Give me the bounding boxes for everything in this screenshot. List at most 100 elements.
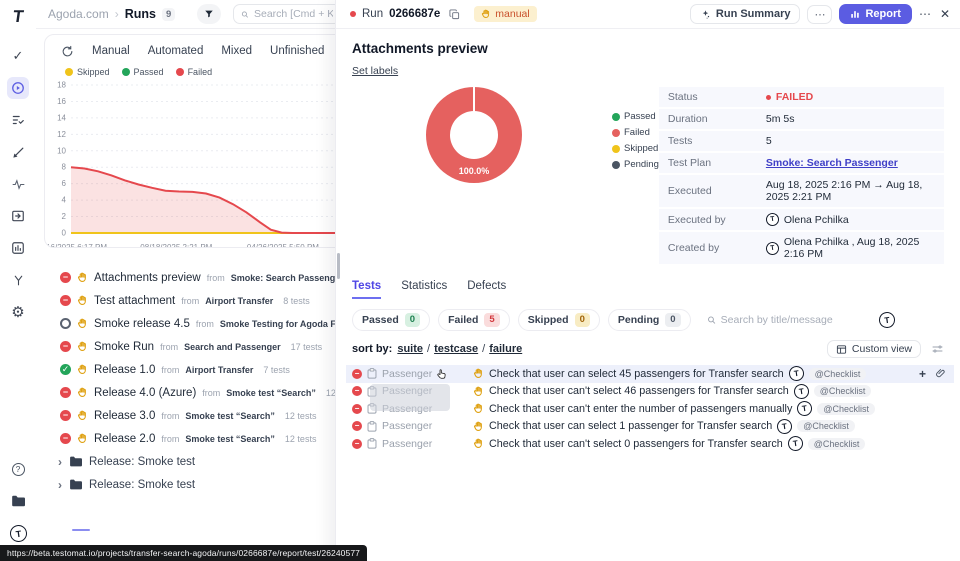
hand-icon [473,421,484,432]
detail-row-tests: Tests5 [659,131,944,151]
test-title[interactable]: Check that user can't select 0 passenger… [489,438,783,450]
run-suite-link[interactable]: Airport Transfer [185,365,253,375]
set-labels-link[interactable]: Set labels [352,65,398,77]
tab-defects[interactable]: Defects [467,280,506,299]
nav-settings-gear-icon[interactable]: ⚙ [7,301,29,323]
breadcrumb-page[interactable]: Runs [125,7,156,21]
filter-pill-failed[interactable]: Failed5 [438,309,510,331]
sort-link-failure[interactable]: failure [489,343,522,355]
svg-text:04/26/2025 5:50 PM: 04/26/2025 5:50 PM [247,243,319,248]
run-from-label: from [196,319,214,329]
nav-analytics-icon[interactable] [7,141,29,163]
filter-pill-skipped[interactable]: Skipped0 [518,309,600,331]
tests-list: −PassengerCheck that user can select 45 … [346,365,954,453]
run-suite-link[interactable]: Smoke test “Search” [185,434,275,444]
run-title[interactable]: Attachments preview [94,272,201,284]
runs-filter-tab-unfinished[interactable]: Unfinished [270,45,324,57]
nav-import-icon[interactable] [7,205,29,227]
breadcrumb-project[interactable]: Agoda.com [48,7,109,21]
run-suite-link[interactable]: Smoke test “Search” [226,388,316,398]
svg-text:4: 4 [62,196,67,205]
run-tests-count: 7 tests [263,365,290,375]
panel-close-icon[interactable]: ✕ [940,7,950,21]
hand-icon [77,272,88,283]
runs-filter-tab-mixed[interactable]: Mixed [221,45,252,57]
breadcrumb-separator: › [115,7,119,21]
run-title[interactable]: Smoke release 4.5 [94,318,190,330]
user-avatar[interactable]: T [7,522,29,544]
test-title[interactable]: Check that user can't select 46 passenge… [489,385,789,397]
test-row[interactable]: −PassengerCheck that user can select 1 p… [346,418,954,436]
help-icon[interactable]: ? [7,458,29,480]
run-suite-link[interactable]: Search and Passenger [184,342,281,352]
svg-text:12: 12 [57,130,66,139]
pagination-indicator[interactable] [72,529,90,531]
run-title[interactable]: Release 4.0 (Azure) [94,387,196,399]
tab-statistics[interactable]: Statistics [401,280,447,299]
status-failed-icon: − [352,386,362,396]
run-suite-link[interactable]: Airport Transfer [205,296,273,306]
testcase-icon [367,438,377,449]
test-row[interactable]: −PassengerCheck that user can select 45 … [346,365,954,383]
folder-icon [69,456,82,467]
mouse-hand-cursor [436,368,448,380]
hand-icon [481,9,491,19]
run-summary-button[interactable]: Run Summary [690,4,801,24]
run-title[interactable]: Release 1.0 [94,364,155,376]
status-failed-icon: − [60,272,71,283]
run-title[interactable]: Test attachment [94,295,175,307]
sort-link-testcase[interactable]: testcase [434,343,478,355]
nav-pulse-icon[interactable] [7,173,29,195]
sort-link-suite[interactable]: suite [397,343,423,355]
status-failed-icon: − [352,421,362,431]
nav-report-icon[interactable] [7,237,29,259]
runs-filter-tab-manual[interactable]: Manual [92,45,130,57]
library-folder-icon[interactable] [7,490,29,512]
tests-search-input[interactable] [721,314,857,326]
sliders-icon[interactable] [931,343,944,355]
tests-search[interactable] [707,314,857,326]
global-search[interactable] [233,4,341,24]
filter-pill-pending[interactable]: Pending0 [608,309,691,331]
run-from-label: from [161,434,179,444]
assignee-avatar: T [776,418,793,435]
nav-list-check-icon[interactable] [7,109,29,131]
tab-tests[interactable]: Tests [352,280,381,299]
filter-button[interactable] [197,4,221,24]
filter-pill-passed[interactable]: Passed0 [352,309,430,331]
chevron-right-icon[interactable]: › [58,478,62,492]
sync-icon[interactable] [61,45,74,58]
test-title[interactable]: Check that user can't enter the number o… [489,403,792,415]
svg-text:06/16/2025 6:17 PM: 06/16/2025 6:17 PM [45,243,107,248]
donut-legend: PassedFailedSkippedPending [612,111,659,266]
attachment-icon[interactable] [935,368,946,379]
svg-text:8: 8 [62,163,67,172]
panel-more-icon[interactable]: ⋯ [919,7,931,21]
test-row[interactable]: −PassengerCheck that user can't select 0… [346,435,954,453]
custom-view-button[interactable]: Custom view [827,340,921,358]
add-icon[interactable]: + [919,367,926,381]
run-suite-link[interactable]: Smoke: Search Passenger [231,273,344,283]
chart-legend-item-skipped: Skipped [65,67,110,77]
run-suite-link[interactable]: Smoke test “Search” [185,411,275,421]
runs-filter-tab-automated[interactable]: Automated [148,45,204,57]
nav-runs-icon[interactable] [7,77,29,99]
run-tests-count: 12 tests [285,411,317,421]
copy-icon[interactable] [449,9,460,20]
run-title[interactable]: Smoke Run [94,341,154,353]
test-title[interactable]: Check that user can select 1 passenger f… [489,420,772,432]
test-title[interactable]: Check that user can select 45 passengers… [489,368,784,380]
run-title[interactable]: Release 3.0 [94,410,155,422]
report-button[interactable]: Report [839,4,911,24]
donut-percentage-label: 100.0% [426,166,522,176]
run-title[interactable]: Release 2.0 [94,433,155,445]
run-summary-more-button[interactable]: ⋯ [807,5,832,24]
sort-separator: / [427,343,430,355]
assignee-avatar[interactable]: T [878,311,896,329]
nav-tests-check-icon[interactable]: ✓ [7,45,29,67]
global-search-input[interactable] [254,8,333,20]
chevron-right-icon[interactable]: › [58,455,62,469]
test-plan-link[interactable]: Smoke: Search Passenger [766,157,898,169]
testomat-logo[interactable]: T [11,7,24,27]
nav-branch-icon[interactable] [7,269,29,291]
